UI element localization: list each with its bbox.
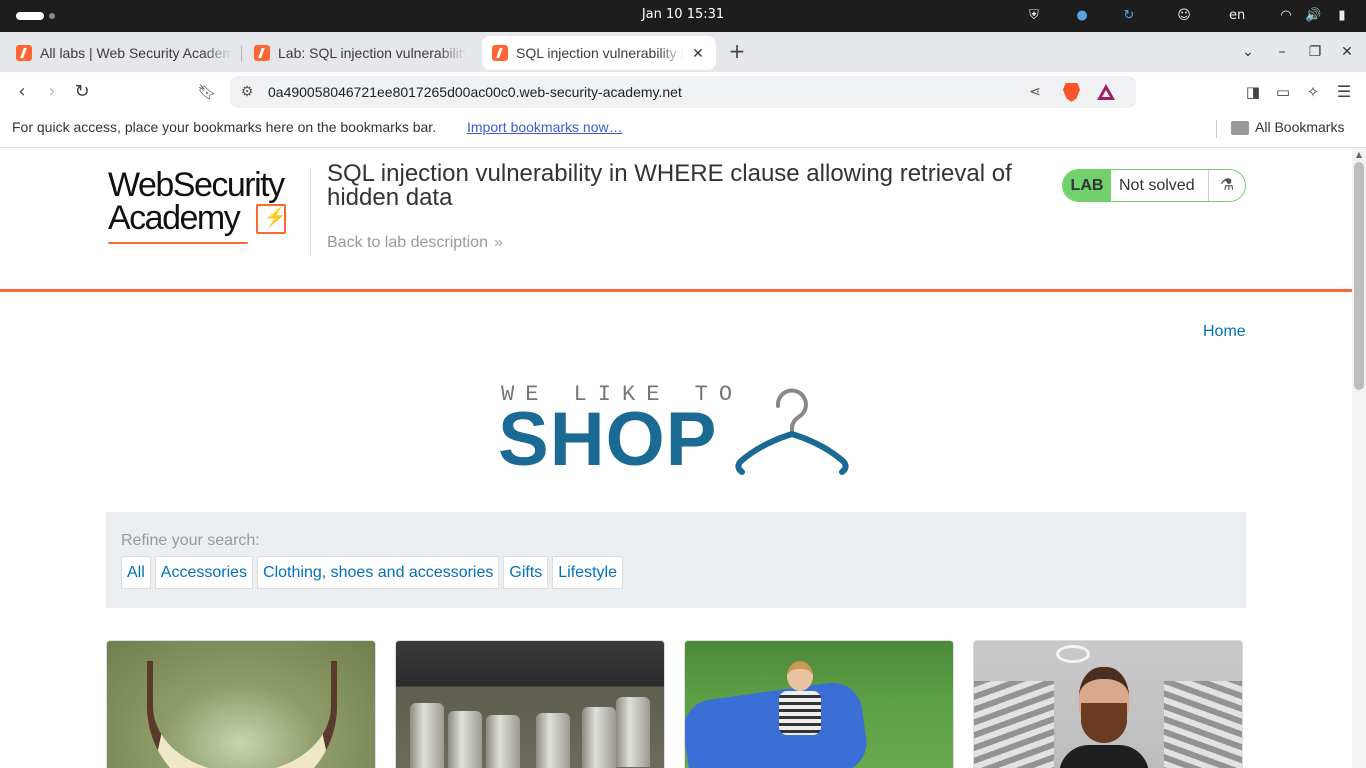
all-bookmarks-button[interactable]: All Bookmarks	[1255, 119, 1344, 135]
filter-gifts[interactable]: Gifts	[503, 556, 549, 589]
url-text[interactable]: 0a490058046721ee8017265d00ac00c0.web-sec…	[268, 84, 682, 100]
refresh-icon[interactable]: ↻	[1121, 8, 1137, 24]
product-image[interactable]	[106, 640, 376, 768]
hanger-icon	[735, 388, 849, 475]
filter-clothing[interactable]: Clothing, shoes and accessories	[257, 556, 500, 589]
toolbar: ‹ › ↻ 🔖︎ ⚙ 0a490058046721ee8017265d00ac0…	[0, 72, 1366, 112]
header-rule	[0, 289, 1352, 292]
can-shape	[582, 707, 616, 768]
brave-shields-icon[interactable]	[1063, 83, 1080, 102]
tab-separator	[241, 46, 242, 62]
share-icon[interactable]: ⋖	[1026, 83, 1044, 101]
home-link[interactable]: Home	[1203, 323, 1246, 341]
clock[interactable]: Jan 10 15:31	[0, 7, 1366, 22]
lightning-icon	[256, 204, 286, 234]
back-arrow-icon[interactable]: ‹	[11, 81, 33, 103]
lab-title: SQL injection vulnerability in WHERE cla…	[327, 160, 1012, 211]
double-chevron-right-icon: »	[493, 234, 503, 251]
product-image[interactable]	[395, 640, 665, 768]
wifi-icon[interactable]: ◠	[1278, 8, 1294, 24]
divider	[310, 168, 311, 256]
portswigger-favicon-icon	[16, 45, 32, 61]
lab-status: Not solved	[1111, 170, 1209, 201]
accessibility-icon[interactable]: ☺	[1176, 8, 1192, 24]
tab-lab-site[interactable]: SQL injection vulnerability in WHERE cla…	[482, 36, 716, 70]
close-window-button[interactable]: ✕	[1337, 42, 1357, 62]
grin-artwork	[147, 661, 337, 768]
web-security-academy-logo[interactable]: WebSecurity Academy	[108, 166, 308, 246]
can-shape	[410, 703, 444, 768]
back-to-lab-description-link[interactable]: Back to lab description »	[327, 234, 503, 252]
web-page: WebSecurity Academy SQL injection vulner…	[0, 148, 1352, 768]
lab-label: LAB	[1063, 170, 1111, 201]
can-shape	[616, 697, 650, 767]
tab-title: All labs | Web Security Academy	[40, 45, 232, 61]
brave-rewards-icon[interactable]	[1097, 84, 1115, 100]
portswigger-favicon-icon	[254, 45, 270, 61]
child-head	[787, 661, 813, 691]
bookmarks-bar: For quick access, place your bookmarks h…	[0, 112, 1366, 148]
tab-strip: All labs | Web Security Academy Lab: SQL…	[0, 32, 1366, 72]
scrollbar-thumb[interactable]	[1354, 162, 1364, 390]
product-grid	[106, 640, 1246, 768]
refine-label: Refine your search:	[121, 532, 260, 549]
man-shirt	[1059, 745, 1149, 768]
vpn-globe-icon[interactable]: ●	[1074, 8, 1090, 24]
flask-icon: ⚗	[1219, 177, 1235, 194]
menu-icon[interactable]: ☰	[1333, 81, 1355, 103]
leo-ai-icon[interactable]: ✧	[1302, 81, 1324, 103]
bookmarks-bar-message: For quick access, place your bookmarks h…	[12, 119, 437, 135]
reload-icon[interactable]: ↻	[71, 81, 93, 103]
refine-search-panel: Refine your search: All Accessories Clot…	[106, 512, 1246, 608]
shop-logo-title: SHOP	[498, 397, 718, 482]
minimize-button[interactable]: –	[1272, 42, 1292, 62]
tab-lab-description[interactable]: Lab: SQL injection vulnerability in WHER…	[244, 37, 476, 69]
wing-shape	[1164, 681, 1242, 768]
os-top-bar: Jan 10 15:31 ⛨ ● ↻ ☺ en ◠ 🔊 ▮	[0, 0, 1366, 32]
child-body	[779, 691, 821, 735]
wing-shape	[974, 681, 1054, 768]
can-shape	[486, 715, 520, 768]
battery-icon[interactable]: ▮	[1334, 8, 1350, 24]
tab-title: SQL injection vulnerability in WHERE cla…	[516, 45, 684, 61]
import-bookmarks-link[interactable]: Import bookmarks now…	[467, 119, 623, 135]
logo-underline	[108, 242, 248, 244]
scroll-up-arrow-icon[interactable]: ▲	[1354, 150, 1364, 160]
filter-lifestyle[interactable]: Lifestyle	[552, 556, 623, 589]
tab-all-labs[interactable]: All labs | Web Security Academy	[6, 37, 242, 69]
folder-icon	[1231, 121, 1249, 135]
new-tab-button[interactable]: +	[726, 40, 748, 62]
product-image[interactable]	[684, 640, 954, 768]
shield-icon[interactable]: ⛨	[1026, 8, 1042, 24]
man-beard	[1081, 703, 1127, 743]
forward-arrow-icon[interactable]: ›	[41, 81, 63, 103]
keyboard-language[interactable]: en	[1229, 8, 1245, 23]
man-figure	[1059, 667, 1149, 768]
address-bar[interactable]: ⚙ 0a490058046721ee8017265d00ac00c0.web-s…	[230, 76, 1136, 108]
logo-line2: Academy	[108, 199, 241, 237]
child-figure	[769, 661, 829, 768]
volume-icon[interactable]: 🔊	[1305, 8, 1321, 24]
site-settings-icon[interactable]: ⚙	[238, 83, 256, 101]
back-link-label: Back to lab description	[327, 234, 488, 251]
tab-close-icon[interactable]: ✕	[690, 45, 706, 62]
tab-title: Lab: SQL injection vulnerability in WHER…	[278, 45, 466, 61]
tab-search-chevron-icon[interactable]: ⌄	[1238, 42, 1258, 62]
halo-shape	[1056, 645, 1090, 663]
maximize-button[interactable]: ❐	[1305, 42, 1325, 62]
portswigger-favicon-icon	[492, 45, 508, 61]
wallet-icon[interactable]: ▭	[1272, 81, 1294, 103]
shop-logo: WE LIKE TO SHOP	[498, 382, 854, 482]
filter-all[interactable]: All	[121, 556, 151, 589]
category-filters: All Accessories Clothing, shoes and acce…	[121, 556, 623, 589]
can-shape	[536, 713, 570, 768]
filter-accessories[interactable]: Accessories	[154, 556, 254, 589]
bookmark-icon[interactable]: 🔖︎	[196, 81, 218, 103]
divider	[1216, 120, 1217, 138]
lab-status-badge: LAB Not solved ⚗	[1062, 169, 1246, 202]
can-shape	[448, 711, 482, 768]
sidebar-icon[interactable]: ◨	[1242, 81, 1264, 103]
product-image[interactable]	[973, 640, 1243, 768]
